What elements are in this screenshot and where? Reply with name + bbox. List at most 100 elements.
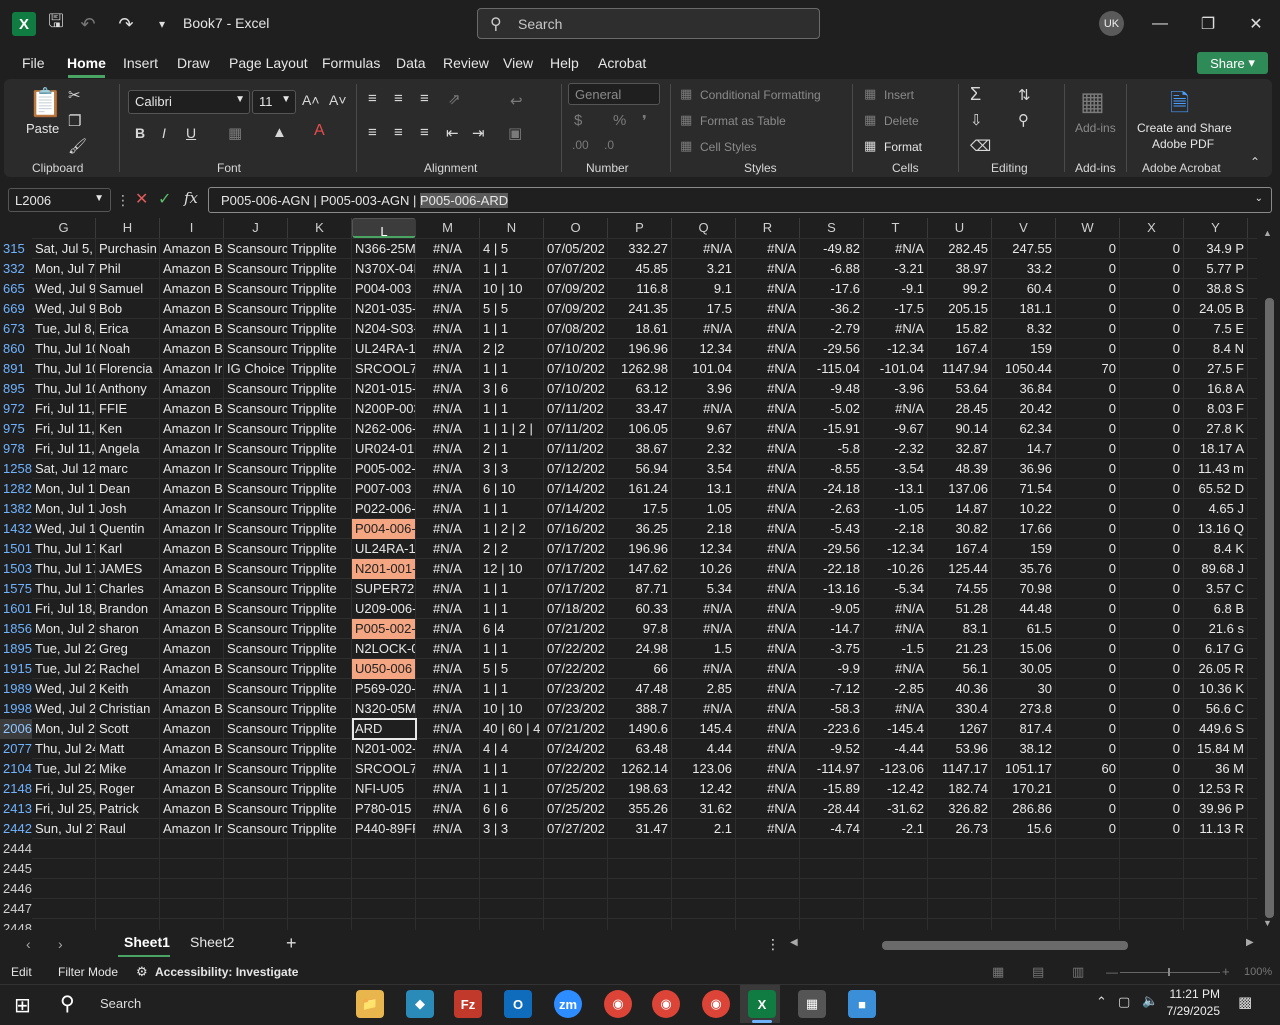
table-cell-g[interactable]: Tue, Jul 22 <box>32 659 95 679</box>
table-cell-r[interactable]: #N/A <box>736 699 799 719</box>
system-tray-chevron-icon[interactable]: ⌃ <box>1096 994 1107 1010</box>
table-cell-y[interactable]: 6.17 G <box>1184 639 1247 659</box>
table-cell-j[interactable]: Scansourc <box>224 599 287 619</box>
table-cell-k[interactable]: Tripplite <box>288 259 351 279</box>
table-cell-m[interactable]: #N/A <box>416 819 479 839</box>
table-cell-p[interactable]: 198.63 <box>608 779 671 799</box>
table-cell-j[interactable]: Scansourc <box>224 699 287 719</box>
table-cell-i[interactable]: Amazon Ir <box>160 819 223 839</box>
table-cell-n[interactable]: 6 |4 <box>480 619 543 639</box>
table-cell-g[interactable]: Sat, Jul 12 <box>32 459 95 479</box>
table-cell-i[interactable]: Amazon Ir <box>160 759 223 779</box>
table-cell-n[interactable]: 12 | 10 <box>480 559 543 579</box>
table-cell-x[interactable]: 0 <box>1120 599 1183 619</box>
copy-icon[interactable]: ❐ <box>68 112 81 130</box>
format-cells-icon[interactable]: ▦ <box>864 138 876 154</box>
table-cell-w[interactable]: 0 <box>1056 539 1119 559</box>
table-cell-o[interactable]: 07/22/202 <box>544 759 607 779</box>
table-cell-s[interactable]: -114.97 <box>800 759 863 779</box>
table-cell-k[interactable]: Tripplite <box>288 539 351 559</box>
menu-review[interactable]: Review <box>443 55 489 71</box>
enter-icon[interactable]: ✓ <box>158 189 171 209</box>
table-cell-n[interactable]: 5 | 5 <box>480 659 543 679</box>
table-cell-s[interactable]: -49.82 <box>800 239 863 259</box>
table-cell-o[interactable]: 07/23/202 <box>544 699 607 719</box>
table-cell-m[interactable]: #N/A <box>416 639 479 659</box>
table-cell-h[interactable]: Patrick <box>96 799 159 819</box>
table-cell-x[interactable]: 0 <box>1120 519 1183 539</box>
table-cell-q[interactable]: 9.67 <box>672 419 735 439</box>
prev-sheet-icon[interactable]: ‹ <box>26 936 31 952</box>
add-sheet-icon[interactable]: + <box>286 933 297 954</box>
table-cell-p[interactable]: 63.48 <box>608 739 671 759</box>
table-cell-t[interactable]: -9.67 <box>864 419 927 439</box>
table-cell-t[interactable]: -4.44 <box>864 739 927 759</box>
menu-insert[interactable]: Insert <box>123 55 158 71</box>
table-cell-w[interactable]: 0 <box>1056 739 1119 759</box>
table-cell-q[interactable]: #N/A <box>672 659 735 679</box>
table-cell-x[interactable]: 0 <box>1120 679 1183 699</box>
table-cell-w[interactable]: 0 <box>1056 379 1119 399</box>
table-cell-r[interactable]: #N/A <box>736 399 799 419</box>
table-cell-p[interactable]: 66 <box>608 659 671 679</box>
table-cell-g[interactable]: Tue, Jul 22 <box>32 639 95 659</box>
table-cell-l[interactable]: N262-006- <box>352 419 415 439</box>
table-cell-x[interactable]: 0 <box>1120 739 1183 759</box>
table-cell-y[interactable]: 38.8 S <box>1184 279 1247 299</box>
table-cell-t[interactable]: #N/A <box>864 699 927 719</box>
table-cell-g[interactable]: Fri, Jul 11, <box>32 439 95 459</box>
row-header[interactable]: 2447 <box>0 899 32 919</box>
table-cell-i[interactable]: Amazon B <box>160 619 223 639</box>
table-cell-g[interactable]: Wed, Jul 9 <box>32 299 95 319</box>
table-cell-t[interactable]: -3.54 <box>864 459 927 479</box>
table-cell-y[interactable]: 11.43 m <box>1184 459 1247 479</box>
table-cell-k[interactable]: Tripplite <box>288 579 351 599</box>
table-cell-g[interactable]: Sat, Jul 5, <box>32 239 95 259</box>
align-right-icon[interactable]: ≡ <box>420 124 429 141</box>
font-name-select[interactable]: Calibri ▼ <box>128 90 250 114</box>
table-cell-l[interactable]: N370X-04I <box>352 259 415 279</box>
decrease-font-icon[interactable]: A˅ <box>329 92 347 108</box>
table-cell-y[interactable]: 24.05 B <box>1184 299 1247 319</box>
menu-page-layout[interactable]: Page Layout <box>229 55 308 71</box>
table-cell-m[interactable]: #N/A <box>416 799 479 819</box>
table-cell-n[interactable]: 2 |2 <box>480 339 543 359</box>
table-cell-q[interactable]: 12.34 <box>672 539 735 559</box>
table-cell-o[interactable]: 07/10/202 <box>544 379 607 399</box>
table-cell-k[interactable]: Tripplite <box>288 499 351 519</box>
table-cell-u[interactable]: 53.96 <box>928 739 991 759</box>
table-cell-s[interactable]: -15.91 <box>800 419 863 439</box>
table-cell-n[interactable]: 1 | 1 <box>480 679 543 699</box>
table-cell-r[interactable]: #N/A <box>736 759 799 779</box>
table-cell-m[interactable]: #N/A <box>416 579 479 599</box>
table-cell-n[interactable]: 1 | 2 | 2 <box>480 519 543 539</box>
table-cell-s[interactable]: -5.02 <box>800 399 863 419</box>
table-cell-l[interactable]: N201-035- <box>352 299 415 319</box>
table-cell-j[interactable]: Scansourc <box>224 339 287 359</box>
table-cell-u[interactable]: 125.44 <box>928 559 991 579</box>
table-cell-p[interactable]: 106.05 <box>608 419 671 439</box>
minimize-icon[interactable]: — <box>1148 12 1172 36</box>
table-cell-r[interactable]: #N/A <box>736 259 799 279</box>
expand-formula-icon[interactable]: ⌄ <box>1255 193 1263 204</box>
table-cell-g[interactable]: Thu, Jul 17 <box>32 539 95 559</box>
table-cell-o[interactable]: 07/22/202 <box>544 639 607 659</box>
table-cell-m[interactable]: #N/A <box>416 679 479 699</box>
table-cell-u[interactable]: 83.1 <box>928 619 991 639</box>
table-cell-v[interactable]: 1051.17 <box>992 759 1055 779</box>
table-cell-n[interactable]: 10 | 10 <box>480 279 543 299</box>
zoom-level[interactable]: 100% <box>1244 966 1272 978</box>
table-cell-x[interactable]: 0 <box>1120 419 1183 439</box>
table-cell-j[interactable]: IG Choice <box>224 359 287 379</box>
table-cell-s[interactable]: -58.3 <box>800 699 863 719</box>
table-cell-i[interactable]: Amazon B <box>160 479 223 499</box>
table-cell-i[interactable]: Amazon B <box>160 299 223 319</box>
align-center-icon[interactable]: ≡ <box>394 124 403 141</box>
align-left-icon[interactable]: ≡ <box>368 124 377 141</box>
percent-icon[interactable]: % <box>613 112 626 129</box>
table-cell-p[interactable]: 56.94 <box>608 459 671 479</box>
cell-styles-button[interactable]: Cell Styles <box>700 140 757 154</box>
table-cell-i[interactable]: Amazon B <box>160 599 223 619</box>
table-cell-k[interactable]: Tripplite <box>288 279 351 299</box>
table-cell-y[interactable]: 8.4 N <box>1184 339 1247 359</box>
